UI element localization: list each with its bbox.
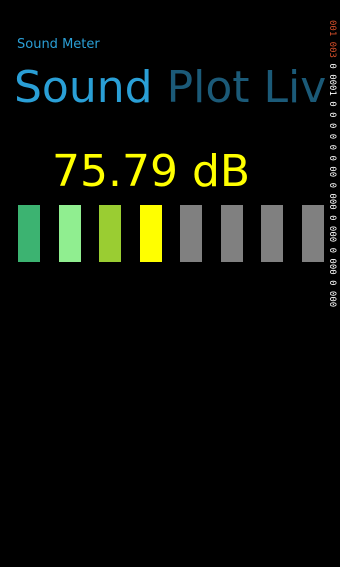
pivot-header: SoundPlotLive xyxy=(14,58,326,118)
level-bar-6 xyxy=(221,205,243,262)
level-bar-7 xyxy=(261,205,283,262)
tab-live[interactable]: Live xyxy=(264,58,327,118)
debug-overlay-accent: 001 003 xyxy=(327,20,337,58)
app-title: Sound Meter xyxy=(17,37,100,52)
sound-meter-app: Sound Meter SoundPlotLive 75.79 dB 001 0… xyxy=(0,0,340,567)
debug-overlay-text: 001 003 0 0001 0 0 0 0 0 0 00 0 000 0 00… xyxy=(326,20,337,310)
level-bar-1 xyxy=(18,205,40,262)
tab-plot[interactable]: Plot xyxy=(167,58,250,118)
level-bar-3 xyxy=(99,205,121,262)
level-bar-8 xyxy=(302,205,324,262)
decibel-readout: 75.79 dB xyxy=(52,146,251,197)
level-bar-5 xyxy=(180,205,202,262)
tab-sound[interactable]: Sound xyxy=(14,58,153,118)
debug-overlay-values: 0 0001 0 0 0 0 0 0 00 0 000 0 000 0 000 … xyxy=(327,63,337,310)
level-meter-bars xyxy=(0,205,340,263)
level-bar-4 xyxy=(140,205,162,262)
debug-overlay-strip: 001 003 0 0001 0 0 0 0 0 0 00 0 000 0 00… xyxy=(324,20,340,310)
level-bar-2 xyxy=(59,205,81,262)
